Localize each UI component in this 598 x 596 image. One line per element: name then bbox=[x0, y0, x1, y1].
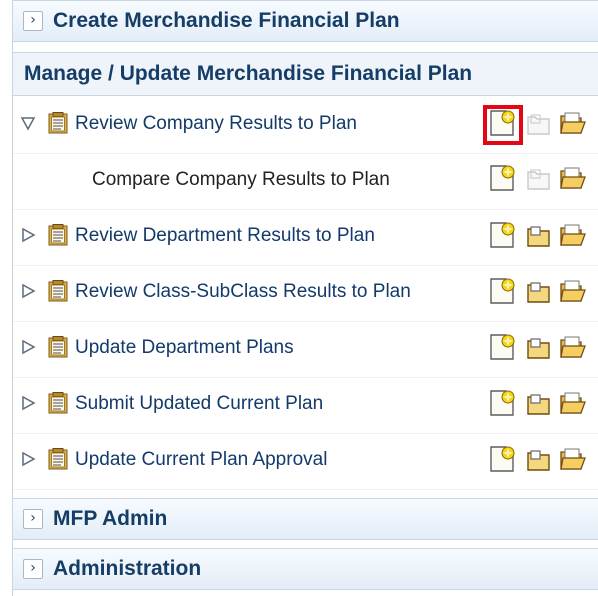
open-folder-icon[interactable] bbox=[559, 109, 587, 137]
triangle-down-icon[interactable] bbox=[19, 114, 37, 132]
task-row: Review Class-SubClass Results to Plan bbox=[13, 266, 598, 322]
triangle-right-icon[interactable] bbox=[19, 282, 37, 300]
task-list: Review Company Results to Plan Compare C… bbox=[13, 98, 598, 490]
task-link-compare-company-results[interactable]: Compare Company Results to Plan bbox=[92, 169, 390, 191]
task-list-icon bbox=[48, 336, 68, 358]
task-actions bbox=[488, 445, 598, 475]
open-folder-icon[interactable] bbox=[559, 333, 587, 361]
task-actions bbox=[488, 221, 598, 251]
task-list-icon bbox=[48, 112, 68, 134]
task-actions bbox=[488, 277, 598, 307]
task-actions bbox=[488, 389, 598, 419]
chevron-right-icon[interactable]: › bbox=[23, 509, 43, 529]
open-document-icon[interactable] bbox=[525, 277, 553, 305]
panel-label: MFP Admin bbox=[53, 507, 168, 530]
task-link-update-current-plan-approval[interactable]: Update Current Plan Approval bbox=[75, 449, 327, 471]
highlight-box bbox=[483, 105, 523, 145]
panel-create-merchandise-financial-plan[interactable]: › Create Merchandise Financial Plan bbox=[13, 0, 598, 42]
panel-label: Administration bbox=[53, 557, 202, 580]
task-actions bbox=[488, 333, 598, 363]
triangle-right-icon[interactable] bbox=[19, 226, 37, 244]
section-title-label: Manage / Update Merchandise Financial Pl… bbox=[24, 62, 473, 85]
task-actions bbox=[488, 164, 598, 194]
task-row: Update Department Plans bbox=[13, 322, 598, 378]
task-list-icon bbox=[48, 280, 68, 302]
task-row: Update Current Plan Approval bbox=[13, 434, 598, 490]
task-link-update-department-plans[interactable]: Update Department Plans bbox=[75, 337, 294, 359]
task-list-icon bbox=[48, 448, 68, 470]
task-row: Review Company Results to Plan bbox=[13, 98, 598, 154]
triangle-right-icon[interactable] bbox=[19, 338, 37, 356]
open-document-icon[interactable] bbox=[525, 333, 553, 361]
open-document-icon[interactable] bbox=[525, 221, 553, 249]
task-link-review-company-results[interactable]: Review Company Results to Plan bbox=[75, 113, 357, 135]
open-folder-icon[interactable] bbox=[559, 164, 587, 192]
new-document-icon[interactable] bbox=[488, 164, 516, 192]
new-document-icon[interactable] bbox=[488, 221, 516, 249]
open-document-icon[interactable] bbox=[525, 109, 553, 137]
panel-administration[interactable]: › Administration bbox=[13, 548, 598, 590]
open-document-icon[interactable] bbox=[525, 445, 553, 473]
panel-mfp-admin[interactable]: › MFP Admin bbox=[13, 498, 598, 540]
manage-section-title: Manage / Update Merchandise Financial Pl… bbox=[13, 52, 598, 96]
task-panel: › Create Merchandise Financial Plan Mana… bbox=[12, 0, 598, 596]
task-link-review-class-subclass-results[interactable]: Review Class-SubClass Results to Plan bbox=[75, 281, 411, 303]
new-document-icon[interactable] bbox=[488, 333, 516, 361]
new-document-icon[interactable] bbox=[488, 277, 516, 305]
new-document-icon[interactable] bbox=[488, 445, 516, 473]
task-row: Submit Updated Current Plan bbox=[13, 378, 598, 434]
open-document-icon[interactable] bbox=[525, 389, 553, 417]
triangle-right-icon[interactable] bbox=[19, 450, 37, 468]
new-document-icon[interactable] bbox=[488, 389, 516, 417]
chevron-right-icon[interactable]: › bbox=[23, 11, 43, 31]
open-folder-icon[interactable] bbox=[559, 445, 587, 473]
triangle-right-icon[interactable] bbox=[19, 394, 37, 412]
task-list-icon bbox=[48, 392, 68, 414]
panel-label: Create Merchandise Financial Plan bbox=[53, 9, 400, 32]
chevron-right-icon[interactable]: › bbox=[23, 559, 43, 579]
open-document-icon[interactable] bbox=[525, 164, 553, 192]
open-folder-icon[interactable] bbox=[559, 277, 587, 305]
task-row: Compare Company Results to Plan bbox=[13, 154, 598, 210]
open-folder-icon[interactable] bbox=[559, 221, 587, 249]
task-row: Review Department Results to Plan bbox=[13, 210, 598, 266]
task-list-icon bbox=[48, 224, 68, 246]
open-folder-icon[interactable] bbox=[559, 389, 587, 417]
task-link-submit-updated-current-plan[interactable]: Submit Updated Current Plan bbox=[75, 393, 323, 415]
task-link-review-department-results[interactable]: Review Department Results to Plan bbox=[75, 225, 375, 247]
